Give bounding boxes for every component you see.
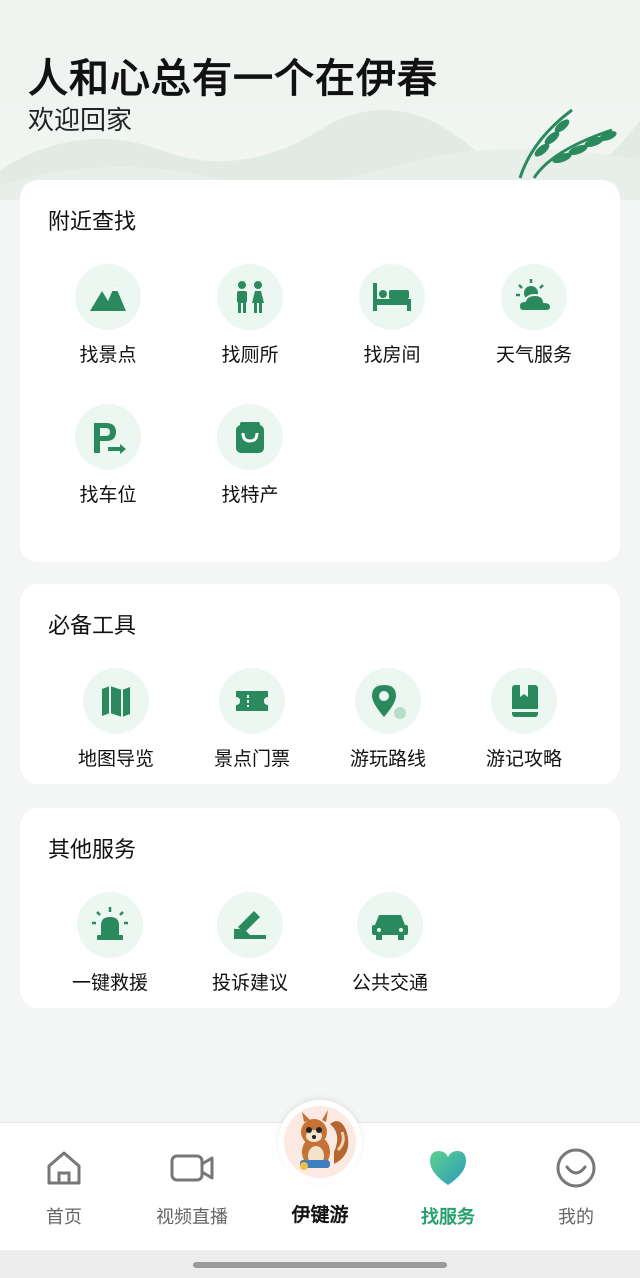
alarm-light-icon: [92, 907, 128, 940]
page-title: 人和心总有一个在伊春: [28, 56, 438, 102]
service-item-room[interactable]: 找房间: [322, 264, 462, 367]
section-other-services: 其他服务 一键救援 投诉建议 公共交通: [20, 808, 620, 1008]
page-subtitle: 欢迎回家: [28, 106, 133, 136]
service-item-scenic[interactable]: 找景点: [38, 264, 178, 367]
restroom-icon: [237, 281, 264, 313]
tab-home[interactable]: 首页: [4, 1147, 124, 1229]
service-label: 投诉建议: [211, 972, 288, 994]
service-label: 一键救援: [71, 972, 148, 994]
service-label: 找厕所: [221, 344, 279, 366]
wheat-icon: [518, 108, 617, 179]
section-nearby: 附近查找 找景点 找厕所 找房间 天气服务 找车位 找特产: [20, 180, 620, 562]
service-label: 游记攻略: [485, 748, 562, 770]
tab-label: 我的: [558, 1207, 594, 1228]
feedback-icon: [234, 911, 266, 939]
tab-mine[interactable]: 我的: [516, 1147, 636, 1229]
home-indicator[interactable]: [193, 1262, 447, 1268]
service-label: 景点门票: [213, 748, 290, 770]
service-item-rescue[interactable]: 一键救援: [40, 892, 180, 995]
service-item-transit[interactable]: 公共交通: [320, 892, 460, 995]
tab-mascot[interactable]: [278, 1100, 362, 1184]
service-label: 找房间: [363, 344, 421, 366]
service-item-tickets[interactable]: 景点门票: [182, 668, 322, 771]
section-title: 其他服务: [48, 838, 137, 863]
service-item-parking[interactable]: 找车位: [38, 404, 178, 507]
smiley-icon: [556, 1148, 596, 1188]
section-tools: 必备工具 地图导览 景点门票 游玩路线 游记攻略: [20, 584, 620, 784]
service-label: 找车位: [79, 484, 137, 506]
home-icon: [47, 1151, 81, 1185]
service-label: 找特产: [221, 484, 279, 506]
service-item-specialty[interactable]: 找特产: [180, 404, 320, 507]
section-title: 必备工具: [48, 614, 137, 639]
service-item-route[interactable]: 游玩路线: [318, 668, 458, 771]
service-item-restroom[interactable]: 找厕所: [180, 264, 320, 367]
ticket-icon: [236, 691, 268, 711]
service-label: 公共交通: [351, 972, 428, 994]
heart-icon: [430, 1151, 466, 1185]
tab-label: 首页: [46, 1207, 82, 1228]
service-item-weather[interactable]: 天气服务: [464, 264, 604, 367]
service-label: 地图导览: [77, 748, 154, 770]
service-item-feedback[interactable]: 投诉建议: [180, 892, 320, 995]
service-item-guide[interactable]: 游记攻略: [454, 668, 594, 771]
tab-mascot-label: 伊键游: [291, 1204, 349, 1226]
tab-find-service[interactable]: 找服务: [388, 1147, 508, 1229]
tab-label: 视频直播: [156, 1207, 228, 1228]
book-icon: [512, 685, 538, 717]
car-icon: [372, 915, 408, 940]
service-item-map[interactable]: 地图导览: [46, 668, 186, 771]
bed-icon: [373, 283, 411, 311]
route-pin-icon: [372, 685, 406, 719]
video-icon: [170, 1154, 214, 1182]
shopping-bag-icon: [236, 422, 264, 453]
weather-icon: [516, 279, 553, 312]
tab-video-live[interactable]: 视频直播: [132, 1147, 252, 1229]
section-title: 附近查找: [48, 210, 137, 235]
mountain-icon: [90, 285, 126, 311]
squirrel-mascot-icon: [284, 1106, 356, 1178]
parking-icon: [94, 423, 126, 454]
service-label: 天气服务: [495, 344, 572, 366]
map-icon: [102, 686, 130, 717]
tab-label: 找服务: [421, 1207, 475, 1228]
service-label: 找景点: [79, 344, 137, 366]
service-label: 游玩路线: [349, 748, 426, 770]
